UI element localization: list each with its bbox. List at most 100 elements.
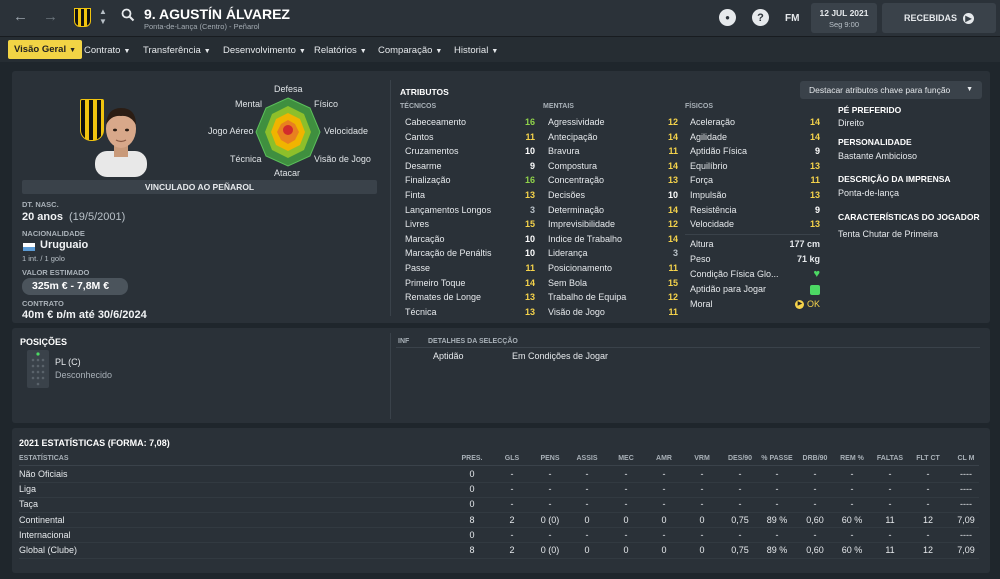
attribute-row[interactable]: Finta 13: [405, 188, 535, 203]
back-arrow-icon[interactable]: ←: [13, 8, 28, 25]
attribute-row[interactable]: Liderança 3: [548, 246, 678, 261]
fm-logo[interactable]: FM: [785, 13, 799, 24]
attribute-row[interactable]: Bravura 11: [548, 144, 678, 159]
chevron-down-icon: ▼: [69, 47, 77, 54]
attribute-row[interactable]: Finalização 16: [405, 173, 535, 188]
attribute-name: Indice de Trabalho: [548, 233, 623, 244]
tab-label: Comparação: [378, 45, 433, 56]
attribute-value: 14: [667, 204, 678, 215]
attribute-row[interactable]: Marcação 10: [405, 232, 535, 247]
attribute-row[interactable]: Marcação de Penáltis 10: [405, 246, 535, 261]
chevron-updown-icon[interactable]: ▲ ▼: [99, 7, 107, 27]
help-icon[interactable]: ?: [752, 9, 769, 26]
attribute-row[interactable]: Concentração 13: [548, 173, 678, 188]
attribute-value: 14: [809, 131, 820, 142]
highlight-attributes-dropdown[interactable]: Destacar atributos chave para função ▼: [800, 81, 982, 99]
attribute-row[interactable]: Desarme 9: [405, 159, 535, 174]
stats-column-header[interactable]: DRB/90: [795, 455, 835, 462]
attribute-value: 12: [667, 292, 678, 303]
stats-cell: -: [548, 499, 552, 510]
stats-column-header[interactable]: FALTAS: [870, 455, 910, 462]
stats-row-label[interactable]: Internacional: [19, 528, 71, 543]
club-crest-icon[interactable]: [74, 8, 91, 27]
attribute-row[interactable]: Equilíbrio 13: [690, 159, 820, 174]
stats-column-header[interactable]: REM %: [832, 455, 872, 462]
stats-row-label[interactable]: Não Oficiais: [19, 467, 68, 482]
attribute-row[interactable]: Decisões 10: [548, 188, 678, 203]
attribute-row[interactable]: Aptidão Física 9: [690, 144, 820, 159]
stats-cell: 2: [509, 545, 515, 555]
day-time-label: Seg 9:00: [828, 20, 860, 29]
attribute-value: 11: [810, 175, 820, 186]
attribute-row[interactable]: Sem Bola 15: [548, 276, 678, 291]
attribute-row[interactable]: Visão de Jogo 11: [548, 305, 678, 320]
tab-historial[interactable]: Historial ▼: [454, 42, 498, 59]
inbox-continue-button[interactable]: RECEBIDAS ▶: [882, 3, 996, 33]
stats-cell: -: [888, 529, 892, 540]
divider: [396, 347, 980, 348]
attribute-value: 11: [525, 263, 535, 273]
attribute-row[interactable]: Passe 11: [405, 261, 535, 276]
attribute-row[interactable]: Aceleração 14: [690, 115, 820, 130]
attribute-name: Finalização: [405, 175, 451, 186]
attribute-row[interactable]: Determinação 14: [548, 203, 678, 218]
attribute-value: 13: [524, 292, 535, 303]
attribute-row[interactable]: Cantos 11: [405, 130, 535, 145]
stats-row-label[interactable]: Continental: [19, 513, 65, 528]
ball-icon[interactable]: ●: [719, 9, 736, 26]
attribute-row[interactable]: Agilidade 14: [690, 130, 820, 145]
attribute-row[interactable]: Força 11: [690, 173, 820, 188]
attribute-value: 11: [668, 146, 678, 157]
attribute-row[interactable]: Impulsão 13: [690, 188, 820, 203]
attribute-row[interactable]: Resistência 9: [690, 203, 820, 218]
attribute-row[interactable]: Cabeceamento 16: [405, 115, 535, 130]
stats-column-header[interactable]: DES/90: [720, 455, 760, 462]
attribute-row[interactable]: Compostura 14: [548, 159, 678, 174]
stats-column-header[interactable]: GLS: [492, 455, 532, 462]
tab-transferencia[interactable]: Transferência ▼: [143, 42, 211, 59]
stats-row-label[interactable]: Taça: [19, 497, 38, 512]
attribute-row[interactable]: Cruzamentos 10: [405, 144, 535, 159]
stats-cell: -: [700, 469, 704, 479]
attribute-row[interactable]: Indice de Trabalho 14: [548, 232, 678, 247]
stats-column-header[interactable]: PENS: [530, 455, 570, 462]
stats-cell: -: [850, 499, 854, 510]
forward-arrow-icon[interactable]: →: [43, 8, 58, 25]
tab-desenvolvimento[interactable]: Desenvolvimento ▼: [223, 42, 306, 59]
stats-column-header[interactable]: PRES.: [452, 455, 492, 462]
stats-column-header[interactable]: AMR: [644, 455, 684, 462]
chevron-down-icon: ▼: [203, 48, 211, 55]
attribute-value: 3: [672, 248, 678, 259]
date-display[interactable]: 12 JUL 2021 Seg 9:00: [811, 3, 877, 33]
stats-column-header[interactable]: VRM: [682, 455, 722, 462]
stats-column-header[interactable]: MEC: [606, 455, 646, 462]
stats-column-header[interactable]: ASSIS: [567, 455, 607, 462]
stats-column-header[interactable]: CL M: [946, 455, 986, 462]
attribute-row[interactable]: Trabalho de Equipa 12: [548, 290, 678, 305]
attribute-row[interactable]: Posicionamento 11: [548, 261, 678, 276]
condition-label: Condição Física Glo...: [690, 269, 779, 279]
stats-row-label[interactable]: Global (Clube): [19, 543, 77, 558]
attribute-row[interactable]: Técnica 13: [405, 305, 535, 320]
stats-column-header[interactable]: FLT CT: [908, 455, 948, 462]
tab-comparacao[interactable]: Comparação ▼: [378, 42, 442, 59]
search-icon[interactable]: [121, 8, 135, 22]
attribute-row[interactable]: Lançamentos Longos 3: [405, 203, 535, 218]
attribute-row[interactable]: Velocidade 13: [690, 217, 820, 232]
attribute-row[interactable]: Remates de Longe 13: [405, 290, 535, 305]
stats-row-label[interactable]: Liga: [19, 482, 36, 497]
stats-cell: 11: [885, 545, 895, 555]
player-avatar: [95, 108, 147, 177]
tab-contrato[interactable]: Contrato ▼: [84, 42, 130, 59]
attribute-row[interactable]: Livres 15: [405, 217, 535, 232]
stats-column-header[interactable]: % PASSE: [757, 455, 797, 462]
tab-visao-geral[interactable]: Visão Geral ▼: [8, 40, 83, 59]
attribute-row[interactable]: Agressividade 12: [548, 115, 678, 130]
attribute-row[interactable]: Antecipação 14: [548, 130, 678, 145]
pitch-icon[interactable]: [27, 350, 49, 388]
attribute-row[interactable]: Imprevisibilidade 12: [548, 217, 678, 232]
attribute-name: Resistência: [690, 204, 737, 215]
attribute-row[interactable]: Primeiro Toque 14: [405, 276, 535, 291]
nationality-value[interactable]: Uruguaio: [40, 239, 88, 251]
tab-relatorios[interactable]: Relatórios ▼: [314, 42, 367, 59]
